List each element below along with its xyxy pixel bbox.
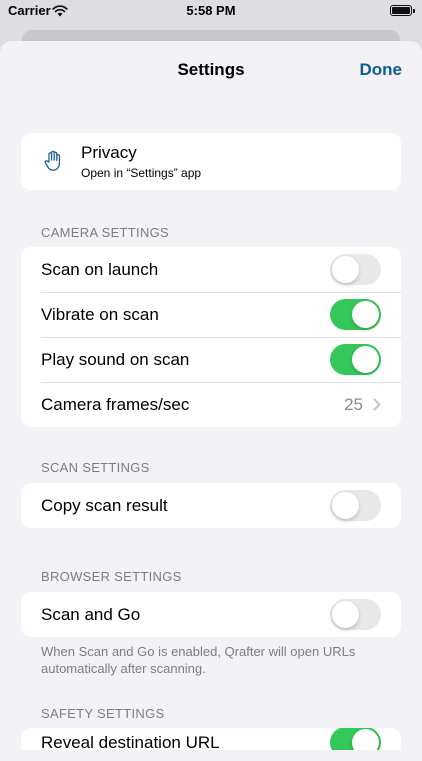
toggle-knob xyxy=(332,601,359,628)
play-sound-on-scan-label: Play sound on scan xyxy=(41,350,190,369)
copy-scan-result-toggle[interactable] xyxy=(330,490,381,521)
toggle-knob xyxy=(332,492,359,519)
reveal-destination-url-toggle[interactable] xyxy=(330,728,381,750)
status-bar: Carrier 5:58 PM xyxy=(0,0,422,24)
reveal-destination-url-row: Reveal destination URL xyxy=(21,728,401,750)
camera-fps-label: Camera frames/sec xyxy=(41,395,190,414)
play-sound-on-scan-toggle[interactable] xyxy=(330,344,381,375)
toggle-knob xyxy=(352,729,379,750)
browser-settings-group: Scan and Go xyxy=(21,592,401,637)
camera-fps-row[interactable]: Camera frames/sec 25 xyxy=(21,382,401,427)
hand-icon xyxy=(44,150,62,177)
scan-settings-header: SCAN SETTINGS xyxy=(41,460,150,475)
vibrate-on-scan-row: Vibrate on scan xyxy=(21,292,401,337)
browser-settings-header: BROWSER SETTINGS xyxy=(41,569,182,584)
scan-and-go-row: Scan and Go xyxy=(21,592,401,637)
play-sound-on-scan-row: Play sound on scan xyxy=(21,337,401,382)
reveal-destination-url-label: Reveal destination URL xyxy=(41,733,220,750)
vibrate-on-scan-toggle[interactable] xyxy=(330,299,381,330)
status-time: 5:58 PM xyxy=(186,3,236,18)
battery-icon xyxy=(390,5,415,16)
done-button[interactable]: Done xyxy=(360,60,403,80)
scan-and-go-toggle[interactable] xyxy=(330,599,381,630)
camera-fps-value: 25 xyxy=(344,395,363,414)
copy-scan-result-label: Copy scan result xyxy=(41,496,168,515)
scan-and-go-label: Scan and Go xyxy=(41,605,141,624)
toggle-knob xyxy=(332,256,359,283)
privacy-subtitle: Open in “Settings” app xyxy=(81,166,202,180)
toggle-knob xyxy=(352,301,379,328)
chevron-right-icon xyxy=(373,398,381,416)
copy-scan-result-row: Copy scan result xyxy=(21,483,401,528)
safety-settings-group: Reveal destination URL xyxy=(21,728,401,750)
camera-settings-group: Scan on launch Vibrate on scan Play soun… xyxy=(21,247,401,427)
scan-on-launch-toggle[interactable] xyxy=(330,254,381,285)
safety-settings-header: SAFETY SETTINGS xyxy=(41,706,165,721)
toggle-knob xyxy=(352,346,379,373)
vibrate-on-scan-label: Vibrate on scan xyxy=(41,305,159,324)
scan-on-launch-row: Scan on launch xyxy=(21,247,401,292)
privacy-row[interactable]: Privacy Open in “Settings” app xyxy=(21,133,401,190)
camera-settings-header: CAMERA SETTINGS xyxy=(41,225,170,240)
scan-on-launch-label: Scan on launch xyxy=(41,260,159,279)
privacy-title: Privacy xyxy=(81,143,137,162)
scan-settings-group: Copy scan result xyxy=(21,483,401,528)
scan-and-go-footer: When Scan and Go is enabled, Qrafter wil… xyxy=(41,644,356,676)
